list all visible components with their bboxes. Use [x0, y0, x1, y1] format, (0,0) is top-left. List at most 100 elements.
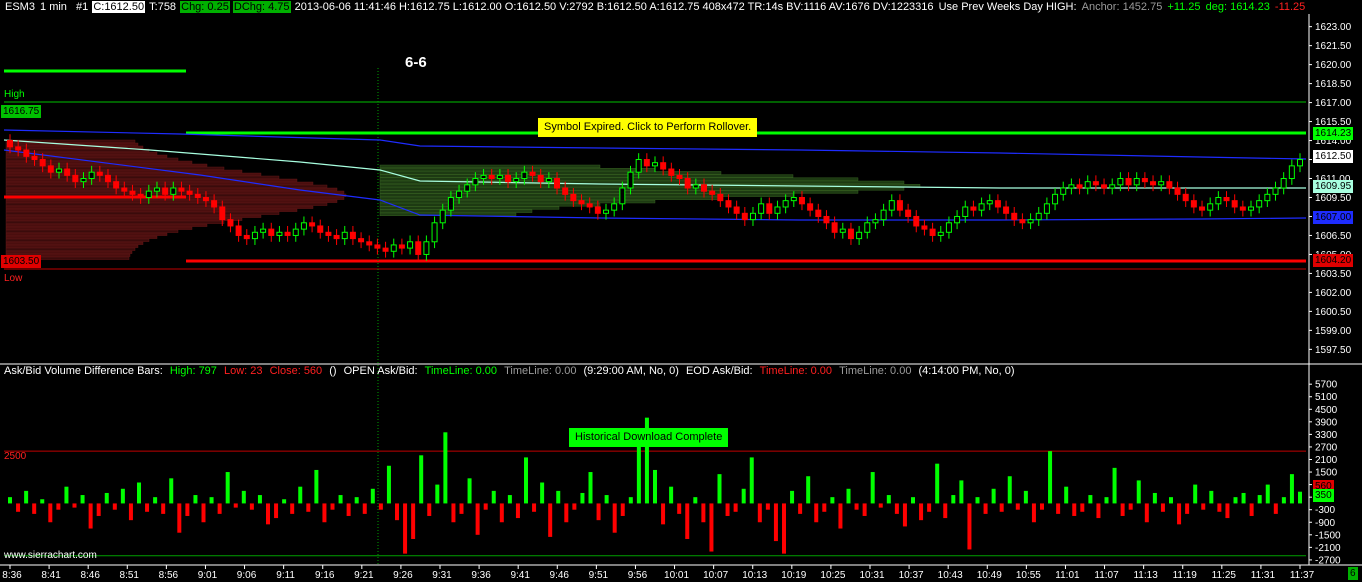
- volume-diff-bar: [894, 503, 899, 514]
- volume-diff-bar: [1233, 497, 1238, 504]
- volume-diff-bar: [330, 503, 335, 510]
- candle-body: [872, 219, 879, 224]
- candle-body: [1174, 187, 1181, 195]
- candle-body: [309, 222, 316, 227]
- volume-diff-bar: [1023, 490, 1028, 504]
- volume-diff-bar: [580, 492, 585, 504]
- volume-diff-bar: [411, 503, 416, 539]
- volume-diff-bar: [314, 469, 319, 504]
- profile-bar: [5, 247, 136, 251]
- volume-diff-bar: [556, 490, 561, 504]
- candle-body: [1101, 184, 1108, 189]
- last-price-tag: 1612.50: [1313, 150, 1354, 163]
- candle-body: [121, 187, 128, 192]
- daily-change-label: DChg: 4.75: [232, 1, 291, 13]
- volume-diff-bar: [1088, 495, 1093, 504]
- sub-tick-label: 4500: [1315, 405, 1338, 416]
- volume-diff-bar: [669, 486, 674, 504]
- candle-body: [921, 225, 928, 230]
- subgraph-close: Close: 560: [269, 365, 323, 377]
- candle-body: [1052, 193, 1059, 205]
- volume-diff-bar: [1273, 503, 1278, 514]
- candle-body: [129, 190, 136, 195]
- candle-body: [1231, 200, 1238, 208]
- volume-diff-bar: [403, 503, 408, 554]
- sub-tick-label: 2700: [1315, 442, 1338, 453]
- volume-profile: [5, 139, 921, 260]
- sub-tick-label: 3900: [1315, 417, 1338, 428]
- candle-body: [749, 212, 756, 221]
- time-tick-label: 11:31: [1251, 570, 1276, 581]
- prev-weeks-label: Use Prev Weeks Day HIGH:: [938, 1, 1077, 13]
- time-tick-label: 11:07: [1094, 570, 1119, 581]
- subgraph-high: High: 797: [169, 365, 217, 377]
- candle-body: [660, 162, 667, 170]
- volume-diff-bar: [112, 503, 117, 510]
- candle-body: [733, 206, 740, 214]
- candle-body: [692, 184, 699, 189]
- volume-diff-bar: [870, 472, 875, 504]
- time-tick-label: 11:19: [1173, 570, 1198, 581]
- volume-diff-bar: [661, 503, 666, 525]
- volume-diff-bar: [274, 503, 279, 519]
- sub-tick-label: -300: [1315, 505, 1335, 516]
- candle-body: [439, 209, 446, 224]
- candle-body: [47, 165, 54, 173]
- volume-diff-bar: [749, 457, 754, 504]
- candle-body: [72, 174, 79, 183]
- volume-diff-bar: [806, 476, 811, 504]
- price-tick-label: 1609.50: [1315, 193, 1352, 204]
- volume-diff-bar: [443, 432, 448, 504]
- volume-diff-bar: [1265, 484, 1270, 504]
- sub-tick-label: -1500: [1315, 530, 1341, 541]
- volume-diff-bar: [306, 503, 311, 512]
- candle-body: [570, 193, 577, 202]
- candle-body: [1084, 181, 1091, 189]
- high-label: High: [4, 89, 25, 100]
- candle-body: [905, 209, 912, 217]
- volume-diff-bar: [427, 503, 432, 516]
- candle-body: [194, 193, 201, 198]
- volume-diff-bar: [96, 503, 101, 516]
- chart-canvas[interactable]: 1623.001621.501620.001618.501617.001615.…: [0, 0, 1362, 582]
- volume-diff-bar: [999, 503, 1004, 512]
- volume-diff-bar: [1120, 503, 1125, 516]
- candle-body: [15, 146, 22, 151]
- profile-bar: [379, 164, 601, 168]
- candle-body: [341, 231, 348, 240]
- candle-body: [1141, 178, 1148, 183]
- volume-diff-bar: [8, 497, 12, 504]
- volume-diff-bar: [951, 495, 956, 504]
- volume-diff-bar: [1112, 467, 1117, 504]
- price-tag-1604: 1604.20: [1313, 254, 1354, 267]
- profile-bar: [5, 199, 338, 203]
- candle-body: [480, 174, 487, 180]
- time-tick-label: 10:25: [820, 570, 845, 581]
- volume-diff-bar: [419, 455, 424, 504]
- volume-diff-bar: [459, 503, 464, 514]
- candle-body: [790, 196, 797, 202]
- candle-body: [929, 228, 936, 236]
- profile-bar: [379, 203, 601, 207]
- download-notice[interactable]: Historical Download Complete: [569, 428, 729, 447]
- volume-diff-bar: [1128, 503, 1133, 510]
- candle-body: [766, 203, 773, 214]
- volume-diff-bar: [1104, 497, 1109, 504]
- volume-diff-bar: [959, 480, 964, 504]
- volume-diff-bar: [701, 503, 706, 523]
- candle-body: [1182, 193, 1189, 202]
- volume-diff-bar: [935, 463, 940, 504]
- rollover-notice[interactable]: Symbol Expired. Click to Perform Rollove…: [538, 118, 758, 137]
- volume-diff-bar: [717, 474, 722, 504]
- sub-tick-label: -2100: [1315, 543, 1341, 554]
- profile-bar: [5, 211, 280, 215]
- candle-body: [586, 203, 593, 208]
- volume-diff-bar: [48, 503, 53, 523]
- volume-diff-bar: [967, 503, 972, 550]
- profile-bar: [5, 241, 144, 245]
- time-tick-label: 9:11: [276, 570, 295, 581]
- volume-diff-bar: [902, 503, 907, 527]
- volume-diff-bar: [370, 488, 375, 504]
- candle-body: [251, 231, 258, 240]
- eod-timeline: TimeLine: 0.00: [759, 365, 833, 377]
